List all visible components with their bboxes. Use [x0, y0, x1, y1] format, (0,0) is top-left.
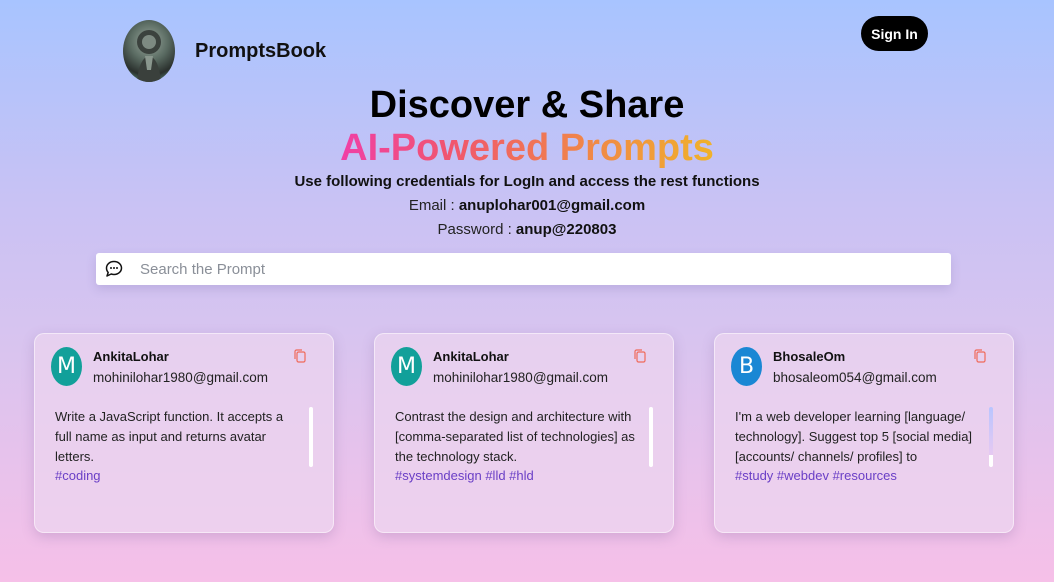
prompt-text: Contrast the design and architecture wit… — [395, 409, 635, 464]
logo[interactable] — [123, 20, 175, 82]
user-name[interactable]: AnkitaLohar — [433, 349, 509, 364]
scrollbar[interactable] — [649, 407, 653, 467]
copy-icon[interactable] — [632, 348, 648, 364]
prompt-card: B BhosaleOm bhosaleom054@gmail.com I'm a… — [714, 333, 1014, 533]
scrollbar[interactable] — [309, 407, 313, 467]
email-value: anuplohar001@gmail.com — [458, 197, 646, 214]
copy-icon[interactable] — [292, 348, 308, 364]
password-value: anup@220803 — [515, 221, 617, 238]
user-name[interactable]: AnkitaLohar — [93, 349, 169, 364]
hero-title: Discover & Share — [369, 84, 685, 126]
password-credential: Password : anup@220803 — [0, 221, 1054, 238]
sign-in-button[interactable]: Sign In — [861, 16, 928, 51]
search-bar[interactable] — [96, 253, 951, 285]
prompt-tags[interactable]: #study #webdev #resources — [735, 468, 897, 483]
search-input[interactable] — [140, 260, 920, 278]
avatar[interactable]: B — [731, 347, 762, 386]
password-label: Password : — [437, 221, 516, 238]
prompt-card: M AnkitaLohar mohinilohar1980@gmail.com … — [374, 333, 674, 533]
email-credential: Email : anuplohar001@gmail.com — [0, 197, 1054, 214]
hero-subtitle-text: AI-Powered Prompts — [340, 127, 714, 169]
user-email: mohinilohar1980@gmail.com — [93, 370, 269, 385]
prompt-text: Write a JavaScript function. It accepts … — [55, 409, 284, 464]
avatar[interactable]: M — [391, 347, 422, 386]
credentials-note: Use following credentials for LogIn and … — [294, 173, 760, 190]
user-email: bhosaleom054@gmail.com — [773, 370, 937, 385]
hero-subtitle: AI-Powered Prompts — [0, 125, 1054, 171]
prompt-text: I'm a web developer learning [language/ … — [735, 409, 973, 464]
email-label: Email : — [408, 197, 459, 214]
prompt-card: M AnkitaLohar mohinilohar1980@gmail.com … — [34, 333, 334, 533]
user-email: mohinilohar1980@gmail.com — [433, 370, 609, 385]
copy-icon[interactable] — [972, 348, 988, 364]
brand-name[interactable]: PromptsBook — [195, 40, 326, 63]
user-name[interactable]: BhosaleOm — [773, 349, 845, 364]
prompt-tags[interactable]: #coding — [55, 468, 101, 483]
prompt-tags[interactable]: #systemdesign #lld #hld — [395, 468, 534, 483]
avatar[interactable]: M — [51, 347, 82, 386]
chat-bubble-icon — [105, 260, 123, 277]
scrollbar[interactable] — [989, 407, 993, 467]
